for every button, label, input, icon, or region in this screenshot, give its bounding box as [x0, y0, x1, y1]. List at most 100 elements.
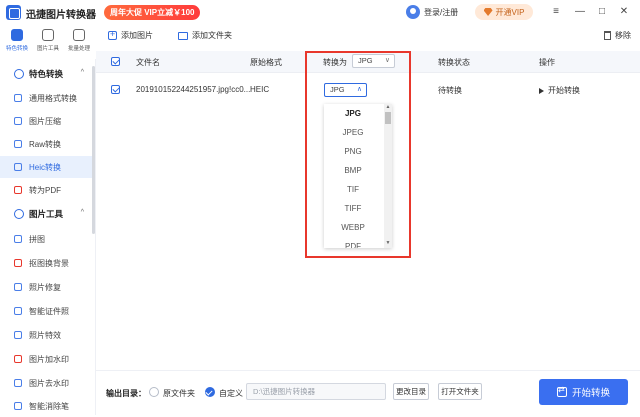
tab-label: 批量处理 [67, 46, 90, 52]
format-dropdown: JPG JPEG PNG BMP TIF TIFF WEBP PDF ▲ ▼ [324, 104, 392, 248]
chevron-up-icon: ^ [80, 209, 84, 216]
watermark-icon [14, 355, 22, 363]
format-option-pdf[interactable]: PDF [324, 237, 382, 248]
batch-format-value: JPG [358, 56, 373, 65]
trash-icon [604, 31, 611, 40]
chevron-up-icon: ∧ [356, 86, 362, 93]
row-format-select[interactable]: JPG ∧ [324, 83, 367, 97]
start-convert-button[interactable]: 开始转换 [539, 379, 628, 405]
tab-label: 特色转换 [5, 46, 28, 52]
table-header: 文件名 原始格式 转换为 JPG ∨ 转换状态 操作 [96, 51, 640, 73]
collage-icon [14, 235, 22, 243]
toolbar: 添加图片 添加文件夹 移除 [96, 25, 640, 47]
sidebar: 特色转换 ^ 通用格式转换 图片压缩 Raw转换 Heic转换 转为PDF 图片… [0, 59, 96, 415]
batch-icon [73, 29, 85, 41]
sidebar-item-label: 拼图 [29, 234, 45, 244]
add-image-button[interactable]: 添加图片 [108, 29, 153, 41]
source-folder-label: 原文件夹 [163, 389, 195, 398]
output-dir-label: 输出目录： [106, 389, 146, 398]
scroll-up-icon[interactable]: ▲ [385, 104, 391, 110]
sidebar-item-label: Heic转换 [29, 162, 62, 172]
sidebar-item-label: 抠图换背景 [29, 258, 69, 268]
vip-button[interactable]: 开通VIP [475, 4, 533, 20]
change-dir-button[interactable]: 更改目录 [393, 383, 429, 400]
format-option-webp[interactable]: WEBP [324, 218, 382, 237]
row-source-format: HEIC [250, 85, 270, 94]
scroll-down-icon[interactable]: ▼ [385, 240, 391, 246]
start-convert-label: 开始转换 [571, 388, 610, 399]
row-status: 待转换 [438, 86, 462, 95]
select-all-checkbox[interactable] [111, 57, 120, 66]
format-option-bmp[interactable]: BMP [324, 161, 382, 180]
avatar-icon [406, 5, 420, 19]
eraser-icon [14, 402, 22, 410]
format-option-png[interactable]: PNG [324, 142, 382, 161]
sidebar-item-collage[interactable]: 拼图 [0, 228, 92, 250]
group-image-tools[interactable]: 图片工具 ^ [0, 203, 92, 225]
sidebar-item-effects[interactable]: 照片特效 [0, 324, 92, 346]
tools-group-icon [14, 209, 24, 219]
chevron-down-icon: ∨ [384, 57, 390, 64]
format-icon [14, 94, 22, 102]
sidebar-item-cutout[interactable]: 抠图换背景 [0, 252, 92, 274]
tab-image-tools[interactable]: 图片工具 [33, 29, 63, 52]
sidebar-item-label: 图片去水印 [29, 378, 69, 388]
dropdown-scrollbar[interactable]: ▲ ▼ [384, 104, 392, 248]
sidebar-item-label: 照片特效 [29, 330, 61, 340]
row-start-convert-button[interactable]: 开始转换 [539, 85, 580, 96]
play-icon [539, 87, 544, 94]
row-action-label: 开始转换 [548, 86, 580, 95]
format-option-tiff[interactable]: TIFF [324, 199, 382, 218]
remove-button[interactable]: 移除 [604, 30, 631, 41]
sidebar-item-general-convert[interactable]: 通用格式转换 [0, 87, 92, 109]
promo-badge[interactable]: 周年大促 VIP立减￥100 [104, 5, 201, 20]
open-folder-button[interactable]: 打开文件夹 [438, 383, 482, 400]
tab-batch[interactable]: 批量处理 [64, 29, 94, 52]
col-filename: 文件名 [136, 58, 160, 67]
sidebar-item-label: 智能消除笔 [29, 401, 69, 411]
row-filename: 20191015224425195​7.jpg!cc0... [136, 85, 251, 94]
effects-icon [14, 331, 22, 339]
group-special-convert[interactable]: 特色转换 ^ [0, 63, 92, 85]
group-title: 特色转换 [29, 69, 64, 79]
sidebar-item-eraser[interactable]: 智能消除笔 [0, 395, 92, 417]
batch-format-select[interactable]: JPG ∨ [352, 54, 395, 68]
sidebar-scrollbar[interactable] [92, 66, 95, 234]
sidebar-item-add-watermark[interactable]: 图片加水印 [0, 348, 92, 370]
sidebar-item-to-pdf[interactable]: 转为PDF [0, 179, 92, 201]
convert-category-icon [11, 29, 23, 41]
sidebar-item-compress[interactable]: 图片压缩 [0, 110, 92, 132]
compress-icon [14, 117, 22, 125]
col-source-format: 原始格式 [250, 58, 282, 67]
sidebar-item-remove-watermark[interactable]: 图片去水印 [0, 372, 92, 394]
sidebar-item-label: 通用格式转换 [29, 93, 77, 103]
add-image-label: 添加图片 [121, 31, 153, 40]
menu-icon[interactable]: ≡ [548, 4, 564, 20]
maximize-icon[interactable]: □ [594, 4, 610, 20]
login-button[interactable]: 登录/注册 [406, 4, 458, 20]
format-option-tif[interactable]: TIF [324, 180, 382, 199]
source-folder-radio[interactable] [149, 387, 159, 397]
output-path-input[interactable]: D:\迅捷图片转换器 [246, 383, 386, 400]
id-photo-icon [14, 307, 22, 315]
format-option-jpeg[interactable]: JPEG [324, 123, 382, 142]
sidebar-item-label: 智能证件照 [29, 306, 69, 316]
output-bar: 输出目录： 原文件夹 自定义 D:\迅捷图片转换器 更改目录 打开文件夹 开始转… [96, 370, 640, 415]
add-folder-button[interactable]: 添加文件夹 [178, 30, 232, 41]
add-icon [108, 29, 117, 40]
sidebar-item-raw[interactable]: Raw转换 [0, 133, 92, 155]
row-checkbox[interactable] [111, 85, 120, 94]
custom-folder-radio[interactable] [205, 387, 215, 397]
close-icon[interactable]: ✕ [616, 4, 632, 20]
sidebar-item-id-photo[interactable]: 智能证件照 [0, 300, 92, 322]
restore-icon [14, 283, 22, 291]
raw-icon [14, 140, 22, 148]
remove-watermark-icon [14, 379, 22, 387]
format-option-jpg[interactable]: JPG [324, 104, 382, 123]
folder-icon [178, 31, 188, 40]
sidebar-item-restore[interactable]: 照片修复 [0, 276, 92, 298]
minimize-icon[interactable]: — [572, 4, 588, 20]
sidebar-item-heic[interactable]: Heic转换 [0, 156, 92, 178]
scroll-thumb[interactable] [385, 112, 391, 124]
tab-special-convert[interactable]: 特色转换 [2, 29, 32, 52]
